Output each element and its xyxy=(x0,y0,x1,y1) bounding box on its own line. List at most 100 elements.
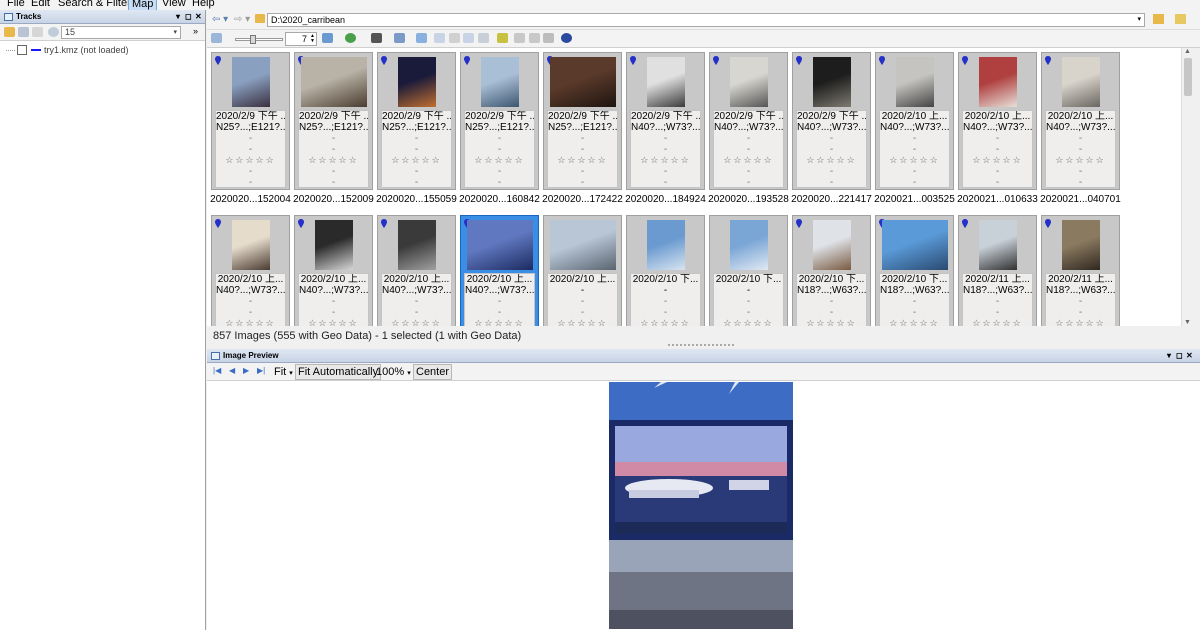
thumbnail-card[interactable]: 2020/2/9 下午 ... N40?...;W73?... - - ☆☆☆☆☆ - - xyxy=(626,52,705,190)
thumbnail-item[interactable]: 2020/2/9 下午 ... N25?...;E121?... - - ☆☆☆☆☆ - -… xyxy=(542,52,623,205)
thumbnail-card[interactable]: 2020/2/9 下午 ... N40?...;W73?... - - ☆☆☆☆☆ - - xyxy=(709,52,788,190)
last-image-icon[interactable]: ▶| xyxy=(257,366,265,375)
menu-file[interactable]: File xyxy=(4,0,28,10)
thumbnail-card[interactable]: 2020/2/10 上...N40?...;W73?...--☆☆☆☆☆-- xyxy=(460,215,539,326)
thumbnail-item[interactable]: 2020/2/10 上...N40?...;W73?...--☆☆☆☆☆-- xyxy=(211,215,290,326)
folder-icon[interactable] xyxy=(255,14,265,23)
thumbnail-card[interactable]: 2020/2/10 下...---☆☆☆☆☆-- xyxy=(709,215,788,326)
thumbnail-card[interactable]: 2020/2/11 上...N18?...;W63?...--☆☆☆☆☆-- xyxy=(958,215,1037,326)
track-checkbox[interactable] xyxy=(17,45,27,55)
thumbnail-item[interactable]: 2020/2/10 下...N18?...;W63?...--☆☆☆☆☆-- xyxy=(875,215,954,326)
thumbnail-item[interactable]: 2020/2/11 上...N18?...;W63?...--☆☆☆☆☆-- xyxy=(1041,215,1120,326)
panel-menu-icon[interactable]: ▾ xyxy=(1167,349,1171,363)
thumbnail-item[interactable]: 2020/2/9 下午 ... N25?...;E121?... - - ☆☆☆☆☆ - -… xyxy=(210,52,291,205)
open-folder-icon[interactable] xyxy=(4,27,15,37)
center-button[interactable]: Center xyxy=(413,364,453,380)
scroll-down-icon[interactable]: ▼ xyxy=(1184,319,1191,326)
scroll-up-icon[interactable]: ▲ xyxy=(1184,48,1191,55)
thumbnail-size-slider[interactable] xyxy=(235,35,283,44)
tracks-zoom-select[interactable]: 15 ▾ xyxy=(61,26,181,39)
back-arrow-icon[interactable]: ⇦ ▾ xyxy=(212,14,228,25)
excel-icon[interactable] xyxy=(497,33,508,43)
thumbnail-item[interactable]: 2020/2/10 下...---☆☆☆☆☆-- xyxy=(626,215,705,326)
thumbnail-item[interactable]: 2020/2/10 上... N40?...;W73?... - - ☆☆☆☆☆ - -20… xyxy=(1040,52,1121,205)
thumbnail-item[interactable]: 2020/2/10 上... N40?...;W73?... - - ☆☆☆☆☆ - -20… xyxy=(874,52,955,205)
thumbnail-item[interactable]: 2020/2/10 下...N18?...;W63?...--☆☆☆☆☆-- xyxy=(792,215,871,326)
thumbnail-card[interactable]: 2020/2/10 上...N40?...;W73?...--☆☆☆☆☆-- xyxy=(377,215,456,326)
redo-icon[interactable] xyxy=(529,33,540,43)
menu-edit[interactable]: Edit xyxy=(28,0,53,10)
panel-splitter[interactable] xyxy=(668,344,734,346)
thumbnail-card[interactable]: 2020/2/10 上...N40?...;W73?...--☆☆☆☆☆-- xyxy=(875,52,954,190)
sort-icon[interactable] xyxy=(322,33,333,43)
thumbnail-card[interactable]: 2020/2/10 上...N40?...;W73?...--☆☆☆☆☆-- xyxy=(1041,52,1120,190)
spinner-arrows-icon[interactable]: ▲ ▼ xyxy=(310,34,315,44)
forward-arrow-icon[interactable]: ⇨ ▾ xyxy=(234,14,250,25)
thumbnail-item[interactable]: 2020/2/9 下午 ... N40?...;W73?... - - ☆☆☆☆☆ - -2… xyxy=(625,52,706,205)
thumbnail-card[interactable]: 2020/2/9 下午 ... N25?...;E121?... - - ☆☆☆☆☆ - - xyxy=(543,52,622,190)
folder-up-icon[interactable] xyxy=(1153,14,1164,24)
track-item[interactable]: try1.kmz (not loaded) xyxy=(6,44,205,56)
panel-menu-icon[interactable]: ▾ xyxy=(176,10,180,24)
thumbnail-card[interactable]: 2020/2/9 下午 ... N25?...;E121?... - - ☆☆☆☆☆ - - xyxy=(211,52,290,190)
globe-icon[interactable] xyxy=(561,33,572,43)
panel-close-icon[interactable]: ✕ xyxy=(195,10,202,24)
menu-view[interactable]: View xyxy=(159,0,189,10)
thumbnail-card[interactable]: 2020/2/10 上...---☆☆☆☆☆-- xyxy=(543,215,622,326)
menu-map[interactable]: Map xyxy=(128,0,158,10)
export-icon[interactable] xyxy=(478,33,489,43)
thumbnail-card[interactable]: 2020/2/10 上...N40?...;W73?...--☆☆☆☆☆-- xyxy=(294,215,373,326)
menu-help[interactable]: Help xyxy=(189,0,218,10)
thumbnail-item[interactable]: 2020/2/9 下午 ... N25?...;E121?... - - ☆☆☆☆☆ - -… xyxy=(376,52,457,205)
tools-icon[interactable] xyxy=(416,33,427,43)
thumbnail-card[interactable]: 2020/2/9 下午 ... N25?...;E121?... - - ☆☆☆☆☆ - - xyxy=(294,52,373,190)
previous-image-icon[interactable]: ◀ xyxy=(229,366,235,375)
thumbnail-item[interactable]: 2020/2/9 下午 ... N40?...;W73?... - - ☆☆☆☆☆ - -2… xyxy=(708,52,789,205)
next-image-icon[interactable]: ▶ xyxy=(243,366,249,375)
save-icon[interactable] xyxy=(18,27,29,37)
thumbnail-card[interactable]: 2020/2/10 上...N40?...;W73?...--☆☆☆☆☆-- xyxy=(958,52,1037,190)
scrollbar-thumb[interactable] xyxy=(1184,58,1192,96)
fit-automatically-button[interactable]: Fit Automatically xyxy=(295,364,382,380)
open-folder-icon[interactable] xyxy=(1175,14,1186,24)
thumbnail-item[interactable]: 2020/2/11 上...N18?...;W63?...--☆☆☆☆☆-- xyxy=(958,215,1037,326)
binoculars-icon[interactable] xyxy=(371,33,382,43)
thumbnail-item[interactable]: 2020/2/10 上...---☆☆☆☆☆-- xyxy=(543,215,622,326)
panel-close-icon[interactable]: ✕ xyxy=(1186,349,1193,363)
thumbnail-card[interactable]: 2020/2/9 下午 ... N25?...;E121?... - - ☆☆☆☆☆ - - xyxy=(460,52,539,190)
layout-icon[interactable] xyxy=(211,33,222,43)
magnifier-icon[interactable] xyxy=(48,27,59,37)
thumbnail-card[interactable]: 2020/2/10 下...N18?...;W63?...--☆☆☆☆☆-- xyxy=(792,215,871,326)
back-icon[interactable] xyxy=(32,27,43,37)
filter-icon[interactable] xyxy=(394,33,405,43)
menu-search-filter[interactable]: Search & Filter xyxy=(55,0,134,10)
thumbnail-item[interactable]: 2020/2/9 下午 ... N40?...;W73?... - - ☆☆☆☆☆ - -2… xyxy=(791,52,872,205)
copy-icon[interactable] xyxy=(434,33,445,43)
thumbnail-item[interactable]: 2020/2/10 下...---☆☆☆☆☆-- xyxy=(709,215,788,326)
thumbnail-item[interactable]: 2020/2/9 下午 ... N25?...;E121?... - - ☆☆☆☆☆ - -… xyxy=(459,52,540,205)
refresh-icon[interactable] xyxy=(345,33,356,43)
thumbnail-scrollbar[interactable]: ▲ ▼ xyxy=(1181,48,1193,326)
fit-dropdown[interactable]: Fit ▾ xyxy=(274,365,293,381)
path-input[interactable]: D:\2020_carribean ▾ xyxy=(267,13,1145,27)
thumbnail-item[interactable]: 2020/2/10 上... N40?...;W73?... - - ☆☆☆☆☆ - -20… xyxy=(957,52,1038,205)
thumbnail-card[interactable]: 2020/2/9 下午 ... N40?...;W73?... - - ☆☆☆☆☆ - - xyxy=(792,52,871,190)
thumbnail-card[interactable]: 2020/2/10 下...N18?...;W63?...--☆☆☆☆☆-- xyxy=(875,215,954,326)
thumbnail-card[interactable]: 2020/2/10 下...---☆☆☆☆☆-- xyxy=(626,215,705,326)
overflow-chevron-icon[interactable]: » xyxy=(193,26,198,36)
zoom-dropdown[interactable]: 100% ▾ xyxy=(376,365,411,381)
thumbnail-item[interactable]: 2020/2/10 上...N40?...;W73?...--☆☆☆☆☆-- xyxy=(377,215,456,326)
thumbnail-item[interactable]: 2020/2/10 上...N40?...;W73?...--☆☆☆☆☆-- xyxy=(460,215,539,326)
panel-float-icon[interactable]: ◻ xyxy=(1176,349,1183,363)
thumbnail-card[interactable]: 2020/2/9 下午 ... N25?...;E121?... - - ☆☆☆☆☆ - - xyxy=(377,52,456,190)
thumbnail-card[interactable]: 2020/2/11 上...N18?...;W63?...--☆☆☆☆☆-- xyxy=(1041,215,1120,326)
panel-float-icon[interactable]: ◻ xyxy=(185,10,192,24)
slider-knob[interactable] xyxy=(250,35,256,44)
columns-spinner[interactable]: 7 ▲ ▼ xyxy=(285,32,317,46)
undo-icon[interactable] xyxy=(514,33,525,43)
thumbnail-item[interactable]: 2020/2/10 上...N40?...;W73?...--☆☆☆☆☆-- xyxy=(294,215,373,326)
thumbnail-card[interactable]: 2020/2/10 上...N40?...;W73?...--☆☆☆☆☆-- xyxy=(211,215,290,326)
first-image-icon[interactable]: |◀ xyxy=(213,366,221,375)
save-disabled-icon[interactable] xyxy=(543,33,554,43)
thumbnail-item[interactable]: 2020/2/9 下午 ... N25?...;E121?... - - ☆☆☆☆☆ - -… xyxy=(293,52,374,205)
